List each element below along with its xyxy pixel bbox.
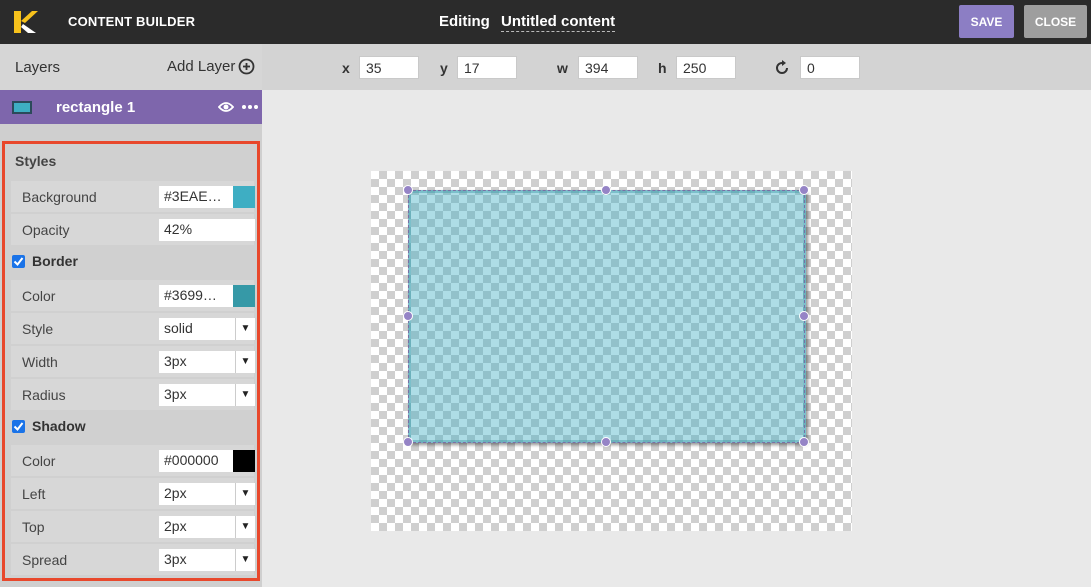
resize-handle-right[interactable]	[799, 311, 809, 321]
shadow-left-row: Left 2px ▼	[11, 478, 255, 509]
border-color-swatch[interactable]	[233, 285, 255, 307]
border-style-value: solid	[164, 320, 193, 336]
border-section: Border	[11, 248, 254, 276]
add-layer-button[interactable]: Add Layer	[167, 58, 255, 75]
opacity-label: Opacity	[22, 222, 70, 238]
border-color-input[interactable]: #3699…	[159, 285, 233, 307]
selection-outline	[408, 190, 805, 443]
shadow-checkbox[interactable]	[12, 420, 25, 433]
shadow-color-label: Color	[22, 453, 56, 469]
layers-title: Layers	[15, 59, 61, 76]
eye-icon[interactable]	[218, 100, 234, 114]
layer-item[interactable]: rectangle 1	[0, 90, 262, 124]
background-color-input[interactable]: #3EAE…	[159, 186, 233, 208]
resize-handle-left[interactable]	[403, 311, 413, 321]
shadow-left-label: Left	[22, 486, 46, 502]
layers-header: Layers Add Layer	[0, 44, 262, 90]
sidebar: Layers Add Layer rectangle 1 Styles Back…	[0, 44, 262, 587]
border-style-select[interactable]: solid ▼	[159, 318, 255, 340]
background-row: Background #3EAE…	[11, 181, 255, 212]
resize-handle-top[interactable]	[601, 185, 611, 195]
border-width-row: Width 3px ▼	[11, 346, 255, 377]
shadow-spread-row: Spread 3px ▼	[11, 544, 255, 575]
shadow-top-row: Top 2px ▼	[11, 511, 255, 542]
save-button[interactable]: SAVE	[959, 5, 1014, 38]
border-color-label: Color	[22, 288, 56, 304]
rotate-icon	[776, 60, 788, 74]
border-style-row: Style solid ▼	[11, 313, 255, 344]
shadow-top-select[interactable]: 2px ▼	[159, 516, 255, 538]
layer-thumbnail	[12, 101, 32, 114]
styles-panel: Styles Background #3EAE… Opacity 42% Bor…	[2, 141, 260, 581]
border-checkbox[interactable]	[12, 255, 25, 268]
x-label: x	[342, 60, 350, 76]
border-width-label: Width	[22, 354, 58, 370]
shadow-spread-value: 3px	[164, 551, 187, 567]
resize-handle-top-right[interactable]	[799, 185, 809, 195]
resize-handle-bottom-left[interactable]	[403, 437, 413, 447]
dropdown-arrow-icon: ▼	[235, 483, 255, 505]
border-style-label: Style	[22, 321, 54, 337]
k-logo-icon	[14, 11, 38, 33]
h-label: h	[658, 60, 667, 76]
border-radius-value: 3px	[164, 386, 187, 402]
more-options-icon[interactable]	[241, 100, 259, 114]
background-color-swatch[interactable]	[233, 186, 255, 208]
x-input[interactable]: 35	[359, 56, 419, 79]
shadow-spread-select[interactable]: 3px ▼	[159, 549, 255, 571]
checkmark-icon	[13, 422, 24, 432]
w-label: w	[557, 60, 568, 76]
border-radius-select[interactable]: 3px ▼	[159, 384, 255, 406]
shadow-section: Shadow	[11, 413, 254, 441]
border-width-select[interactable]: 3px ▼	[159, 351, 255, 373]
shadow-color-input[interactable]: #000000	[159, 450, 233, 472]
geometry-toolbar: x 35 y 17 w 394 h 250 0	[262, 44, 1091, 90]
opacity-row: Opacity 42%	[11, 214, 255, 245]
border-radius-row: Radius 3px ▼	[11, 379, 255, 410]
resize-handle-bottom-right[interactable]	[799, 437, 809, 447]
y-label: y	[440, 60, 448, 76]
border-color-row: Color #3699…	[11, 280, 255, 311]
resize-handle-top-left[interactable]	[403, 185, 413, 195]
styles-title: Styles	[15, 153, 57, 169]
shadow-left-value: 2px	[164, 485, 187, 501]
editing-label: Editing	[439, 13, 490, 30]
shadow-spread-label: Spread	[22, 552, 68, 568]
shadow-section-label: Shadow	[32, 418, 86, 434]
close-button[interactable]: CLOSE	[1024, 5, 1087, 38]
dropdown-arrow-icon: ▼	[235, 318, 255, 340]
dropdown-arrow-icon: ▼	[235, 549, 255, 571]
rotation-input[interactable]: 0	[800, 56, 860, 79]
document-title[interactable]: Untitled content	[501, 13, 616, 32]
shadow-top-label: Top	[22, 519, 45, 535]
layer-name: rectangle 1	[56, 99, 136, 116]
width-input[interactable]: 394	[578, 56, 638, 79]
shadow-color-swatch[interactable]	[233, 450, 255, 472]
border-width-value: 3px	[164, 353, 187, 369]
shadow-top-value: 2px	[164, 518, 187, 534]
resize-handle-bottom[interactable]	[601, 437, 611, 447]
border-radius-label: Radius	[22, 387, 66, 403]
plus-circle-icon	[238, 58, 255, 75]
shadow-color-row: Color #000000	[11, 445, 255, 476]
height-input[interactable]: 250	[676, 56, 736, 79]
top-bar: CONTENT BUILDER Editing Untitled content…	[0, 0, 1091, 44]
dropdown-arrow-icon: ▼	[235, 351, 255, 373]
y-input[interactable]: 17	[457, 56, 517, 79]
shadow-left-select[interactable]: 2px ▼	[159, 483, 255, 505]
dropdown-arrow-icon: ▼	[235, 516, 255, 538]
opacity-input[interactable]: 42%	[159, 219, 255, 241]
add-layer-label: Add Layer	[167, 58, 236, 75]
background-label: Background	[22, 189, 97, 205]
border-section-label: Border	[32, 253, 78, 269]
checkmark-icon	[13, 257, 24, 267]
app-title: CONTENT BUILDER	[68, 14, 196, 29]
dropdown-arrow-icon: ▼	[235, 384, 255, 406]
